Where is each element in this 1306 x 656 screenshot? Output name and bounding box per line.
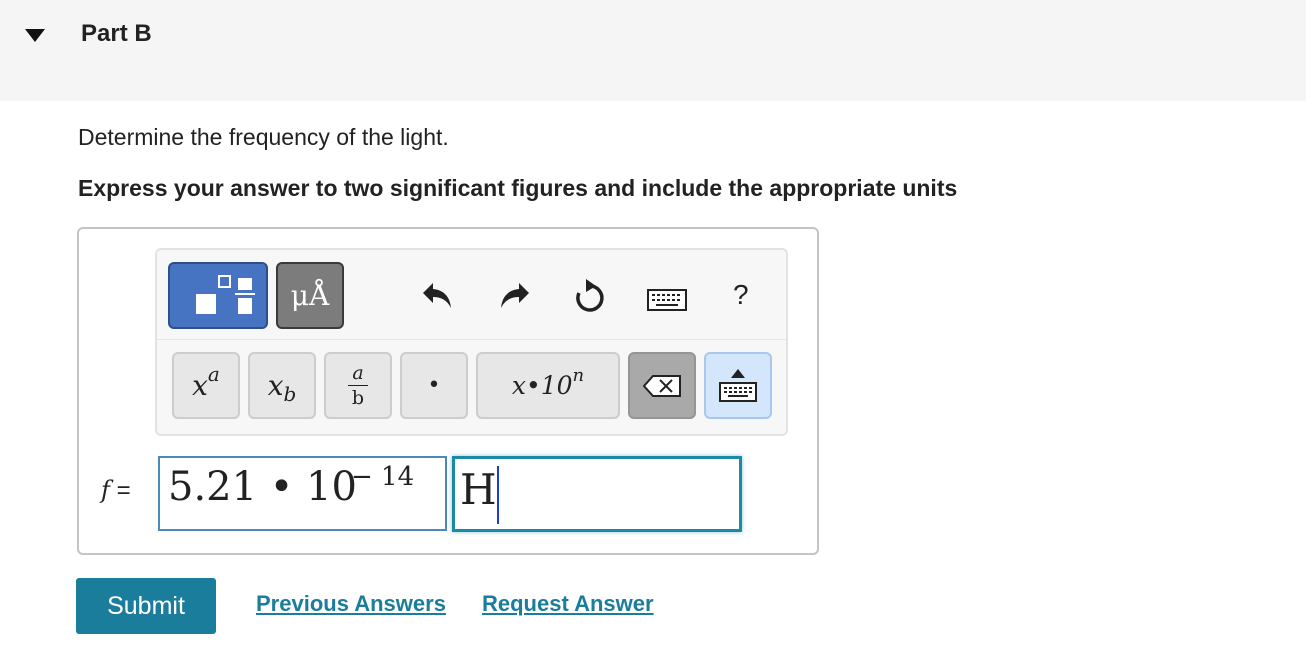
text-caret [497, 466, 499, 524]
part-title: Part B [81, 20, 152, 47]
undo-icon[interactable] [421, 281, 455, 311]
superscript-exp: a [207, 361, 220, 386]
units-input[interactable]: H [452, 456, 742, 532]
fraction-bar [348, 385, 368, 386]
subscript-sub: b [283, 381, 297, 406]
units-button[interactable]: μÅ [276, 262, 344, 329]
keyboard-icon[interactable] [647, 289, 687, 311]
backspace-key[interactable] [628, 352, 696, 419]
submit-button[interactable]: Submit [76, 578, 216, 634]
request-answer-link[interactable]: Request Answer [482, 591, 654, 617]
keyboard-toggle-key[interactable] [704, 352, 772, 419]
superscript-base: x [192, 369, 208, 402]
sci-notation-exp: n [572, 365, 585, 386]
variable-label: f = [101, 476, 131, 505]
exponent-text: − 14 [351, 462, 415, 492]
part-header[interactable]: Part B [0, 0, 1306, 101]
keyboard-small-icon [719, 382, 757, 402]
units-text: H [460, 465, 497, 514]
superscript-key[interactable]: x a [172, 352, 240, 419]
question-text: Determine the frequency of the light. [78, 124, 449, 150]
backspace-icon [643, 374, 681, 397]
equals-sign: = [116, 477, 131, 504]
toolbar-divider [157, 339, 786, 340]
fraction-numerator: a [352, 362, 364, 384]
redo-icon[interactable] [497, 281, 531, 311]
help-button[interactable]: ? [733, 279, 749, 311]
previous-answers-link[interactable]: Previous Answers [256, 591, 446, 617]
templates-button[interactable] [168, 262, 268, 329]
dot-symbol: • [427, 373, 441, 398]
subscript-key[interactable]: x b [248, 352, 316, 419]
units-button-label: μÅ [290, 279, 330, 312]
reset-icon[interactable] [573, 279, 607, 315]
scientific-notation-key[interactable]: x•10 n [476, 352, 620, 419]
templates-icon [196, 274, 255, 314]
expand-up-icon [731, 369, 745, 378]
question-instruction: Express your answer to two significant f… [78, 175, 958, 201]
value-input[interactable]: 5.21 • 10 − 14 [158, 456, 447, 531]
subscript-base: x [267, 369, 284, 402]
collapse-triangle-icon[interactable] [25, 29, 45, 43]
dot-key[interactable]: • [400, 352, 468, 419]
variable-symbol: f [101, 476, 110, 504]
sci-notation-base: x•10 [511, 371, 573, 400]
value-text: 5.21 • 10 [168, 464, 357, 510]
fraction-key[interactable]: a b [324, 352, 392, 419]
fraction-denominator: b [351, 387, 365, 409]
